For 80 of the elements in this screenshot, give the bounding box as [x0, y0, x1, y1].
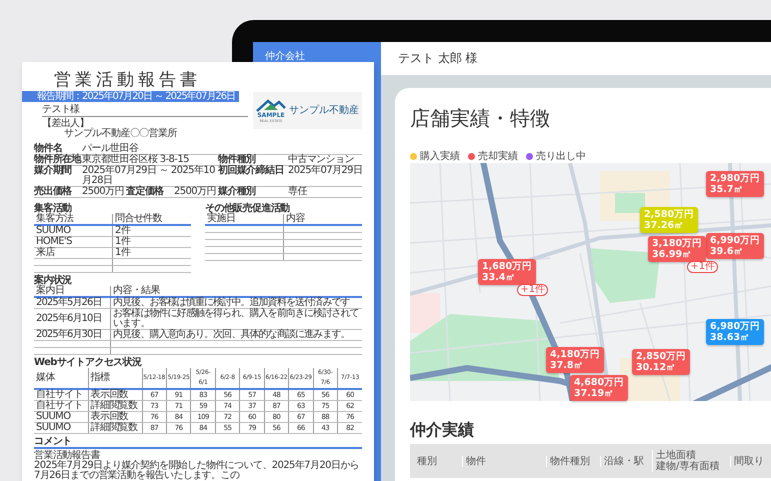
field-label: 物件名: [34, 144, 62, 154]
map-pin[interactable]: 6,990万円 39.6㎡: [706, 233, 764, 259]
section-title: 店舗実績・特徴: [410, 106, 551, 130]
section-title: 仲介実績: [410, 420, 475, 440]
table-cell: 自社サイト: [34, 389, 88, 400]
user-name: テスト 太郎 様: [398, 50, 478, 67]
column-header: 物件種別: [550, 456, 590, 466]
recipient-name: テスト様: [42, 105, 248, 117]
legend-label: 購入実績: [420, 150, 460, 163]
column-header: 実施日: [205, 214, 284, 225]
map-pin[interactable]: 2,850万円 30.12㎡: [632, 349, 690, 375]
field-label: 媒介種別: [218, 187, 257, 197]
map-pin[interactable]: 3,180万円 36.99㎡: [648, 236, 706, 262]
table-cell: 2025年5月26日: [34, 297, 110, 308]
column-header: 媒体: [34, 368, 88, 389]
field-value: 専任: [288, 187, 308, 197]
table-cell: 自社サイト: [34, 400, 88, 412]
column-header: 指標: [88, 368, 142, 389]
house-roof-icon: [256, 98, 286, 112]
company-name: サンプル不動産: [289, 106, 359, 116]
table-cell: 2025年6月30日: [34, 330, 110, 340]
column-header: 土地面積: [656, 450, 696, 461]
map-pin[interactable]: 4,680万円 37.19㎡: [570, 375, 628, 401]
column-header: 案内日: [34, 286, 110, 297]
period-bar: 報告期間：2025年07月20日 ～ 2025年07月26日: [22, 91, 240, 102]
table-cell: 詳細閲覧数: [88, 400, 142, 412]
map-pin[interactable]: 6,980万円 38.63㎡: [706, 319, 764, 345]
report-title: 営業活動報告書: [54, 70, 202, 90]
column-header: 内容: [284, 214, 362, 225]
field-label: 媒介期間: [34, 166, 73, 178]
field-label: 売出価格: [34, 187, 73, 197]
column-header: 間取り: [734, 456, 764, 466]
map-pin[interactable]: 1,680万円 33.4㎡: [478, 259, 536, 285]
section-heading: Webサイトアクセス状況: [34, 357, 143, 368]
field-value: パール世田谷: [82, 144, 140, 154]
column-header: 沿線・駅: [604, 456, 644, 466]
section-heading: 集客活動: [34, 203, 72, 214]
column-header: 建物/専有面積: [656, 461, 720, 472]
section-heading: コメント: [34, 436, 362, 449]
table-cell: 2025年6月10日: [34, 308, 110, 330]
table-cell: 来店: [34, 248, 112, 258]
section-heading: 案内状況: [34, 275, 73, 286]
table-cell: 詳細閲覧数: [88, 422, 142, 434]
table-cell: 表示回数: [88, 389, 142, 400]
map-pin[interactable]: 4,180万円 37.8㎡: [546, 347, 604, 373]
field-label: 物件所在地: [34, 155, 82, 165]
table-cell: 内見後、お客様は慎重に検討中。追加資料を送付済みです: [110, 297, 362, 308]
field-value: 2025年07月29日 ～ 2025年10月28日: [82, 166, 216, 186]
column-header: 問合せ件数: [112, 214, 191, 225]
table-cell: SUUMO: [34, 225, 112, 236]
sidebar-label: 仲介会社: [265, 51, 305, 62]
table-cell: 表示回数: [88, 412, 142, 422]
field-label: 初回媒介締結日: [218, 166, 285, 178]
table-cell: SUUMO: [34, 422, 88, 434]
table-cell: 1件: [112, 248, 191, 258]
table-cell: 内見後、購入意向あり。次回、具体的な商談に進みます。: [110, 330, 362, 340]
map-pin[interactable]: 2,980万円 35.7㎡: [706, 171, 764, 197]
table-cell: お客様は物件に好感触を得られ、購入を前向きに検討されています。: [110, 308, 362, 330]
column-header: 集客方法: [34, 214, 112, 225]
comment-text: 2025年7月29日より媒介契約を開始した物件について、2025年7月20日から7月26日までの営業活動を報告いたします。この: [34, 461, 360, 481]
field-value: 2500万円: [82, 187, 125, 197]
field-value: 2025年07月29日: [288, 166, 362, 178]
table-cell: 1件: [112, 236, 191, 248]
field-value: 東京都世田谷区桜 3-8-15: [82, 155, 190, 165]
sender-label: 【差出人】: [42, 119, 90, 129]
table-cell: 2件: [112, 225, 191, 236]
legend-label: 売却実績: [478, 150, 518, 163]
sender-name: サンプル不動産〇〇営業所: [64, 129, 178, 139]
column-header: 物件: [466, 456, 486, 466]
column-header: 内容・結果: [110, 286, 362, 297]
table-cell: HOME'S: [34, 236, 112, 248]
column-header: 種別: [417, 456, 437, 466]
field-value: 2500万円: [174, 187, 217, 197]
field-label: 物件種別: [218, 155, 256, 165]
legend-label: 売り出し中: [536, 150, 586, 163]
field-label: 査定価格: [126, 187, 165, 197]
table-cell: SUUMO: [34, 412, 88, 422]
comment-title: 営業活動報告書: [34, 451, 100, 461]
section-heading: その他販売促進活動: [205, 203, 290, 214]
field-value: 中古マンション: [288, 155, 355, 165]
